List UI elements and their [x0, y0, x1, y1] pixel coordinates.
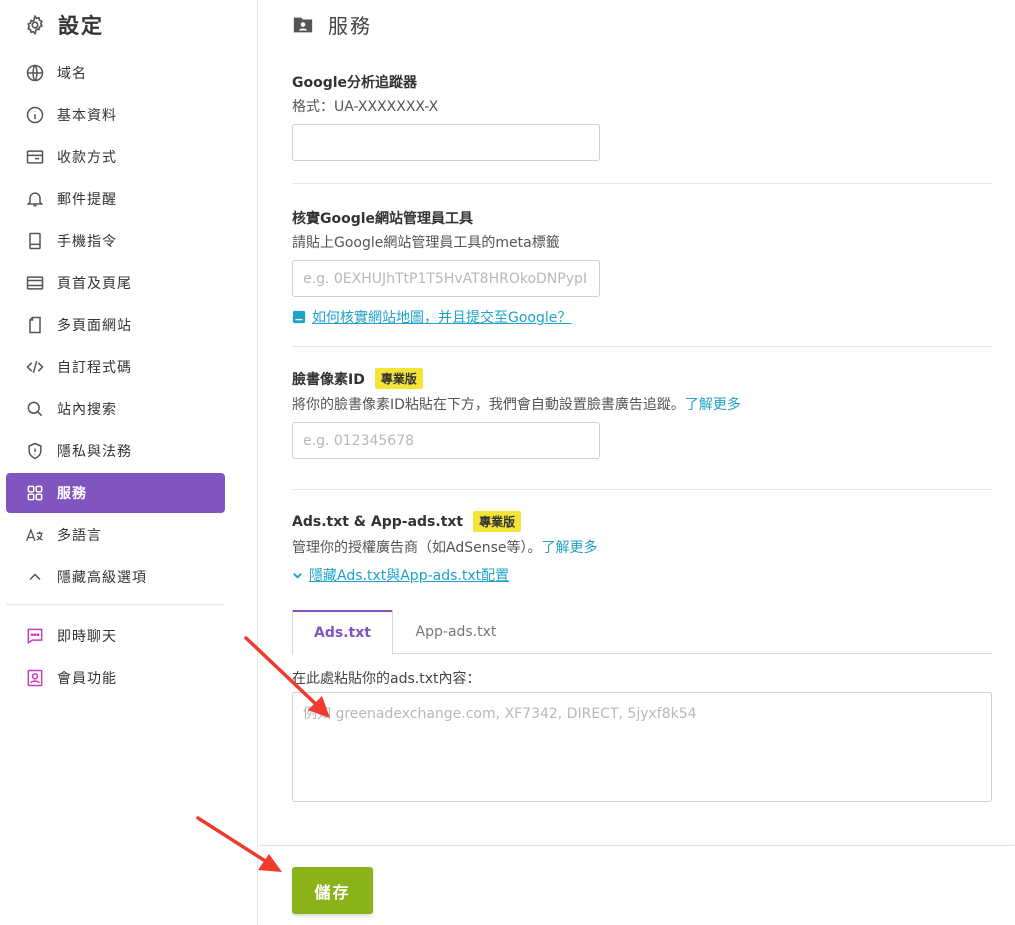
sidebar-item-label: 頁首及頁尾 [57, 276, 132, 292]
sidebar: 設定 域名 基本資料 收款方式 郵件提醒 手機指令 頁首及頁尾 多頁面網站 自訂… [0, 0, 258, 925]
google-webmaster-label: 核實Google網站管理員工具 [292, 211, 474, 227]
language-icon [24, 524, 46, 546]
chat-icon [24, 625, 46, 647]
grid-icon [24, 482, 46, 504]
section-divider [292, 183, 992, 184]
sidebar-item-basic-info[interactable]: 基本資料 [6, 95, 225, 135]
ads-txt-desc-text: 管理你的授權廣告商（如AdSense等）。 [292, 540, 542, 556]
sidebar-item-mobile[interactable]: 手機指令 [6, 221, 225, 261]
globe-icon [24, 62, 46, 84]
search-icon [24, 398, 46, 420]
sidebar-item-label: 多頁面網站 [57, 318, 132, 334]
save-button[interactable]: 儲存 [292, 867, 373, 914]
gear-icon [27, 14, 43, 36]
sidebar-item-custom-code[interactable]: 自訂程式碼 [6, 347, 225, 387]
section-divider [292, 346, 992, 347]
pro-badge: 專業版 [374, 368, 423, 389]
sidebar-item-live-chat[interactable]: 即時聊天 [6, 616, 225, 656]
sidebar-item-services[interactable]: 服務 [6, 473, 225, 513]
facebook-pixel-desc-text: 將你的臉書像素ID粘貼在下方，我們會自動設置臉書廣告追蹤。 [292, 397, 685, 413]
sidebar-item-label: 站內搜索 [57, 402, 117, 418]
sidebar-item-label: 域名 [57, 66, 87, 82]
sidebar-item-label: 隱私與法務 [57, 444, 132, 460]
bell-icon [24, 188, 46, 210]
page-title: 服務 [292, 10, 372, 39]
sidebar-item-label: 基本資料 [57, 108, 117, 124]
chevron-down-icon [293, 572, 302, 579]
mobile-icon [24, 230, 46, 252]
sidebar-item-email[interactable]: 郵件提醒 [6, 179, 225, 219]
hide-ads-txt-toggle[interactable]: 隱藏Ads.txt與App-ads.txt配置 [292, 565, 992, 585]
sidebar-nav: 域名 基本資料 收款方式 郵件提醒 手機指令 頁首及頁尾 多頁面網站 自訂程式碼… [6, 53, 225, 599]
sidebar-extra-nav: 即時聊天 會員功能 [6, 616, 225, 700]
facebook-pixel-input[interactable] [292, 422, 600, 459]
sidebar-item-payment[interactable]: 收款方式 [6, 137, 225, 177]
chevron-up-icon [24, 566, 46, 588]
google-analytics-label: Google分析追蹤器 [292, 75, 418, 91]
info-icon [24, 104, 46, 126]
facebook-pixel-learn-more-link[interactable]: 了解更多 [685, 397, 741, 413]
sidebar-item-label: 會員功能 [57, 671, 117, 687]
sidebar-title-text: 設定 [58, 14, 104, 38]
sitemap-help-text: 如何核實網站地圖，并且提交至Google？ [312, 310, 572, 326]
facebook-pixel-desc: 將你的臉書像素ID粘貼在下方，我們會自動設置臉書廣告追蹤。了解更多 [292, 394, 992, 414]
tab-app-ads-txt[interactable]: App-ads.txt [393, 610, 519, 654]
pro-badge: 專業版 [473, 511, 522, 532]
ads-txt-label-row: Ads.txt & App-ads.txt 專業版 [292, 511, 992, 532]
sidebar-item-header-footer[interactable]: 頁首及頁尾 [6, 263, 225, 303]
shield-icon [24, 440, 46, 462]
google-analytics-input[interactable] [292, 124, 600, 161]
sidebar-item-multilanguage[interactable]: 多語言 [6, 515, 225, 555]
sidebar-item-label: 隱藏高級選項 [57, 570, 147, 586]
sidebar-item-multipage[interactable]: 多頁面網站 [6, 305, 225, 345]
hide-ads-txt-text: 隱藏Ads.txt與App-ads.txt配置 [309, 568, 510, 584]
sidebar-item-membership[interactable]: 會員功能 [6, 658, 225, 698]
ads-tabs: Ads.txt App-ads.txt [292, 610, 992, 655]
ads-txt-section: Ads.txt & App-ads.txt 專業版 管理你的授權廣告商（如AdS… [292, 511, 992, 585]
sidebar-item-label: 收款方式 [57, 150, 117, 166]
sidebar-item-label: 手機指令 [57, 234, 117, 250]
page-title-text: 服務 [328, 14, 372, 38]
facebook-pixel-label-row: 臉書像素ID 專業版 [292, 368, 992, 389]
pages-icon [24, 314, 46, 336]
sidebar-item-hide-advanced[interactable]: 隱藏高級選項 [6, 557, 225, 597]
google-webmaster-desc: 請貼上Google網站管理員工具的meta標籤 [292, 235, 560, 251]
sidebar-divider [6, 604, 225, 605]
footer-divider [259, 845, 1015, 846]
tab-ads-txt[interactable]: Ads.txt [292, 610, 393, 655]
google-webmaster-section: 核實Google網站管理員工具 請貼上Google網站管理員工具的meta標籤 … [292, 208, 992, 327]
google-analytics-desc: 格式：UA-XXXXXXX-X [292, 99, 439, 115]
ads-txt-desc: 管理你的授權廣告商（如AdSense等）。了解更多 [292, 537, 992, 557]
folder-user-icon [293, 17, 313, 32]
sidebar-item-label: 多語言 [57, 528, 102, 544]
sidebar-item-privacy[interactable]: 隱私與法務 [6, 431, 225, 471]
book-icon [292, 310, 306, 324]
sidebar-item-label: 自訂程式碼 [57, 360, 132, 376]
ads-content-label: 在此處粘貼你的ads.txt內容： [292, 671, 481, 687]
facebook-pixel-section: 臉書像素ID 專業版 將你的臉書像素ID粘貼在下方，我們會自動設置臉書廣告追蹤。… [292, 368, 992, 459]
code-icon [24, 356, 46, 378]
sitemap-help-link[interactable]: 如何核實網站地圖，并且提交至Google？ [292, 307, 992, 327]
section-divider [292, 489, 992, 490]
sidebar-item-site-search[interactable]: 站內搜索 [6, 389, 225, 429]
sidebar-item-label: 即時聊天 [57, 629, 117, 645]
sidebar-item-label: 郵件提醒 [57, 192, 117, 208]
facebook-pixel-label: 臉書像素ID [292, 371, 365, 388]
sidebar-item-domain[interactable]: 域名 [6, 53, 225, 93]
ads-txt-learn-more-link[interactable]: 了解更多 [542, 540, 598, 556]
sidebar-item-label: 服務 [57, 486, 87, 502]
payment-icon [24, 146, 46, 168]
member-icon [24, 667, 46, 689]
google-analytics-section: Google分析追蹤器 格式：UA-XXXXXXX-X [292, 72, 992, 161]
sidebar-title: 設定 [24, 10, 104, 40]
ads-txt-textarea[interactable] [292, 692, 992, 802]
google-webmaster-input[interactable] [292, 260, 600, 297]
header-footer-icon [24, 272, 46, 294]
ads-txt-label: Ads.txt & App-ads.txt [292, 513, 464, 530]
